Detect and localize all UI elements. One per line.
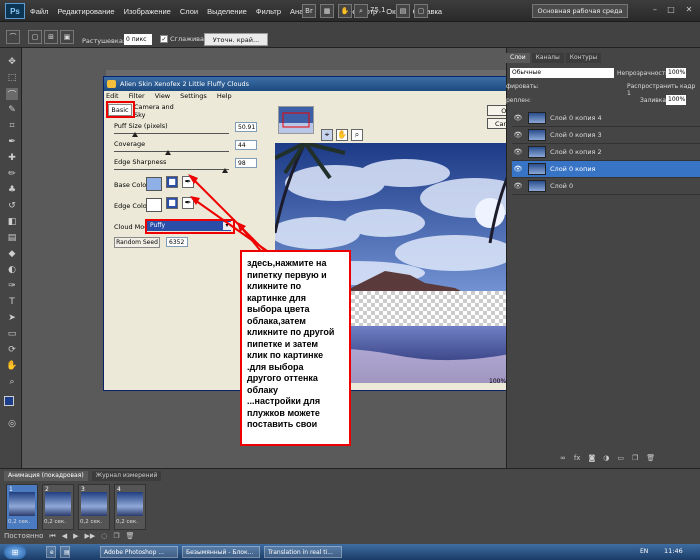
layer-thumbnail	[528, 180, 546, 192]
note-line: клик по картинке	[247, 350, 324, 360]
layer-row[interactable]: 👁 Слой 0 копия 4	[512, 110, 700, 127]
layer-thumbnail	[528, 112, 546, 124]
layer-name: Слой 0 копия 4	[550, 114, 602, 122]
annotation-note: здесь,нажмите на пипетку первую и кликни…	[240, 250, 351, 446]
taskbar-translation[interactable]: Translation in real ti...	[264, 546, 342, 558]
frame-delay[interactable]: 0,2 сек.	[80, 519, 102, 525]
layers-panel-tabs: Слои Каналы Контуры	[506, 53, 602, 63]
unify-label: фировать:	[506, 83, 539, 90]
fill-label: Заливка:	[640, 97, 669, 104]
animation-frame[interactable]: 1 0,2 сек.	[6, 484, 38, 530]
layer-name: Слой 0 копия	[550, 165, 596, 173]
start-button[interactable]: ⊞	[4, 545, 26, 559]
layer-name: Слой 0 копия 3	[550, 131, 602, 139]
animation-frame[interactable]: 2 0,2 сек.	[42, 484, 74, 530]
frame-delay[interactable]: 0,2 сек.	[8, 519, 30, 525]
note-line: здесь,нажмите на	[247, 258, 327, 268]
eye-icon[interactable]: 👁	[512, 182, 524, 190]
eye-icon[interactable]: 👁	[512, 114, 524, 122]
tab-channels[interactable]: Каналы	[531, 53, 564, 63]
note-line: пипетке и затем	[247, 338, 319, 349]
note-line: картинке для	[247, 292, 306, 303]
layer-row-selected[interactable]: 👁 Слой 0 копия	[512, 161, 700, 178]
animation-tabs: Анимация (покадровая) Журнал измерений	[4, 471, 162, 481]
note-line: ...настройки для	[247, 396, 321, 406]
folder-icon[interactable]: ▤	[60, 546, 70, 558]
layer-thumbnail	[528, 163, 546, 175]
tab-animation[interactable]: Анимация (покадровая)	[4, 471, 88, 481]
animation-frame[interactable]: 3 0,2 сек.	[78, 484, 110, 530]
layer-name: Слой 0 копия 2	[550, 148, 602, 156]
frame-thumbnail	[45, 492, 71, 516]
note-line: другого оттенка	[247, 373, 318, 383]
propagate-frame-checkbox[interactable]: Распространить кадр 1	[627, 83, 700, 97]
fill-input[interactable]: 100%	[666, 95, 686, 105]
taskbar-notepad[interactable]: Безымянный - Блок...	[182, 546, 260, 558]
delete-frame-icon[interactable]: 🗑	[126, 532, 135, 541]
eye-icon[interactable]: 👁	[512, 148, 524, 156]
note-line: облаку	[247, 384, 279, 395]
tab-measurement-log[interactable]: Журнал измерений	[91, 471, 162, 481]
layer-row[interactable]: 👁 Слой 0	[512, 178, 700, 195]
adjustment-icon[interactable]: ◑	[603, 454, 609, 462]
language-indicator[interactable]: EN	[640, 548, 648, 555]
trash-icon[interactable]: 🗑	[646, 454, 655, 462]
opacity-input[interactable]: 100%	[666, 68, 686, 78]
lock-label: реплен:	[506, 97, 531, 104]
play-icon[interactable]: ▶	[73, 532, 78, 541]
note-line: кликните по другой	[247, 327, 335, 337]
mask-icon[interactable]: ◙	[588, 454, 595, 462]
clock: 11:46	[664, 547, 683, 555]
blend-mode-select[interactable]: Обычные	[510, 68, 614, 78]
eye-icon[interactable]: 👁	[512, 131, 524, 139]
group-icon[interactable]: ▭	[617, 454, 624, 462]
eye-icon[interactable]: 👁	[512, 165, 524, 173]
frame-delay[interactable]: 0,2 сек.	[44, 519, 66, 525]
opacity-label: Непрозрачность:	[617, 70, 671, 77]
tween-icon[interactable]: ◌	[101, 532, 107, 541]
animation-frame[interactable]: 4 0,2 сек.	[114, 484, 146, 530]
frame-delay[interactable]: 0,2 сек.	[116, 519, 138, 525]
layer-name: Слой 0	[550, 182, 574, 190]
ie-icon[interactable]: e	[46, 546, 56, 558]
layer-row[interactable]: 👁 Слой 0 копия 3	[512, 127, 700, 144]
layer-thumbnail	[528, 146, 546, 158]
note-line: пипетку первую и	[247, 269, 327, 280]
duplicate-frame-icon[interactable]: ❐	[113, 532, 119, 541]
taskbar-photoshop[interactable]: Adobe Photoshop ...	[100, 546, 178, 558]
note-line: .для выбора	[247, 361, 304, 372]
frame-thumbnail	[9, 492, 35, 516]
new-layer-icon[interactable]: ❐	[632, 454, 638, 462]
tab-paths[interactable]: Контуры	[565, 53, 602, 63]
note-line: выбора цвета	[247, 304, 310, 314]
tab-layers[interactable]: Слои	[506, 53, 530, 63]
next-frame-icon[interactable]: ▶▶	[85, 532, 96, 541]
link-icon[interactable]: ∞	[560, 454, 566, 462]
note-line: плужков можете	[247, 407, 320, 418]
frame-thumbnail	[117, 492, 143, 516]
fx-icon[interactable]: fx	[574, 454, 581, 462]
note-line: кликните по	[247, 281, 302, 291]
animation-controls: Постоянно ⏮ ◀ ▶ ▶▶ ◌ ❐ 🗑	[4, 532, 135, 541]
layer-row[interactable]: 👁 Слой 0 копия 2	[512, 144, 700, 161]
first-frame-icon[interactable]: ⏮	[49, 532, 55, 541]
layer-thumbnail	[528, 129, 546, 141]
layers-footer: ∞ fx ◙ ◑ ▭ ❐ 🗑	[560, 454, 655, 462]
frame-thumbnail	[81, 492, 107, 516]
note-line: поставить свои	[247, 419, 318, 429]
note-line: облака,затем	[247, 315, 306, 326]
loop-select[interactable]: Постоянно	[4, 532, 43, 541]
prev-frame-icon[interactable]: ◀	[62, 532, 67, 541]
